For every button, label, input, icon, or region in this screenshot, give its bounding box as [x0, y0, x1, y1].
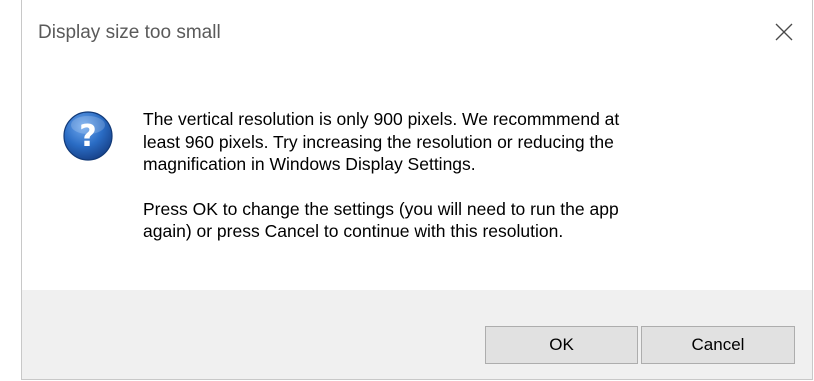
dialog-content: ? The vertical resolution is only 900 pi…	[22, 68, 812, 290]
title-bar: Display size too small	[22, 0, 812, 68]
question-icon: ?	[63, 111, 113, 161]
cancel-button[interactable]: Cancel	[641, 326, 795, 364]
message-dialog: Display size too small ? The vertical re…	[21, 0, 813, 380]
message-paragraph-2: Press OK to change the settings (you wil…	[143, 198, 619, 242]
dialog-title: Display size too small	[38, 22, 221, 43]
dialog-message: The vertical resolution is only 900 pixe…	[143, 108, 783, 243]
button-bar: OK Cancel	[22, 290, 812, 379]
svg-text:?: ?	[79, 119, 96, 154]
close-button[interactable]	[762, 12, 806, 52]
close-icon	[775, 23, 793, 41]
message-paragraph-1: The vertical resolution is only 900 pixe…	[143, 109, 620, 174]
ok-button[interactable]: OK	[485, 326, 638, 364]
